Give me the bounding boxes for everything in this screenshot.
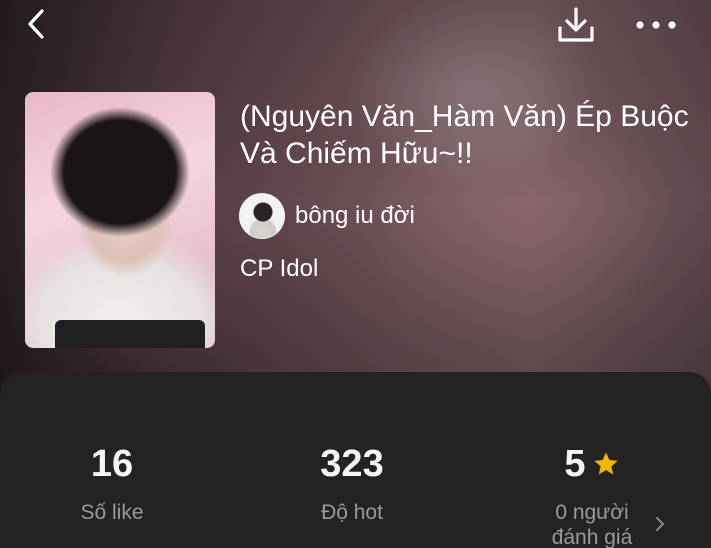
rating-value-row: 5 bbox=[564, 442, 619, 486]
stats-panel: 16 Số like 323 Độ hot 5 0 người đánh giá bbox=[0, 372, 711, 548]
top-bar bbox=[0, 0, 711, 50]
story-detail-screen: (Nguyên Văn_Hàm Văn) Ép Buộc Và Chiếm Hữ… bbox=[0, 0, 711, 548]
rating-label: 0 người đánh giá bbox=[551, 501, 633, 548]
author-name: bông iu đời bbox=[295, 202, 415, 229]
likes-label: Số like bbox=[80, 501, 144, 524]
likes-count: 16 bbox=[90, 443, 134, 485]
story-title: (Nguyên Văn_Hàm Văn) Ép Buộc Và Chiếm Hữ… bbox=[240, 100, 689, 170]
author-avatar bbox=[239, 193, 285, 239]
rating-value: 5 bbox=[564, 443, 586, 485]
cover-camera-shape bbox=[55, 320, 205, 348]
back-button[interactable] bbox=[18, 6, 54, 42]
story-category[interactable]: CP Idol bbox=[240, 255, 318, 283]
hot-stat: 323 Độ hot bbox=[252, 442, 452, 525]
likes-stat: 16 Số like bbox=[12, 442, 212, 525]
chevron-right-icon[interactable] bbox=[652, 512, 668, 536]
author-link[interactable]: bông iu đời bbox=[239, 193, 415, 239]
hot-label: Độ hot bbox=[321, 501, 383, 524]
chevron-left-icon bbox=[28, 9, 44, 39]
star-icon bbox=[592, 450, 620, 478]
more-options-button[interactable] bbox=[632, 4, 680, 46]
more-horizontal-icon bbox=[636, 21, 676, 29]
download-icon bbox=[558, 7, 594, 42]
hot-count: 323 bbox=[320, 443, 384, 485]
download-button[interactable] bbox=[555, 4, 597, 46]
story-cover-image bbox=[25, 92, 215, 348]
